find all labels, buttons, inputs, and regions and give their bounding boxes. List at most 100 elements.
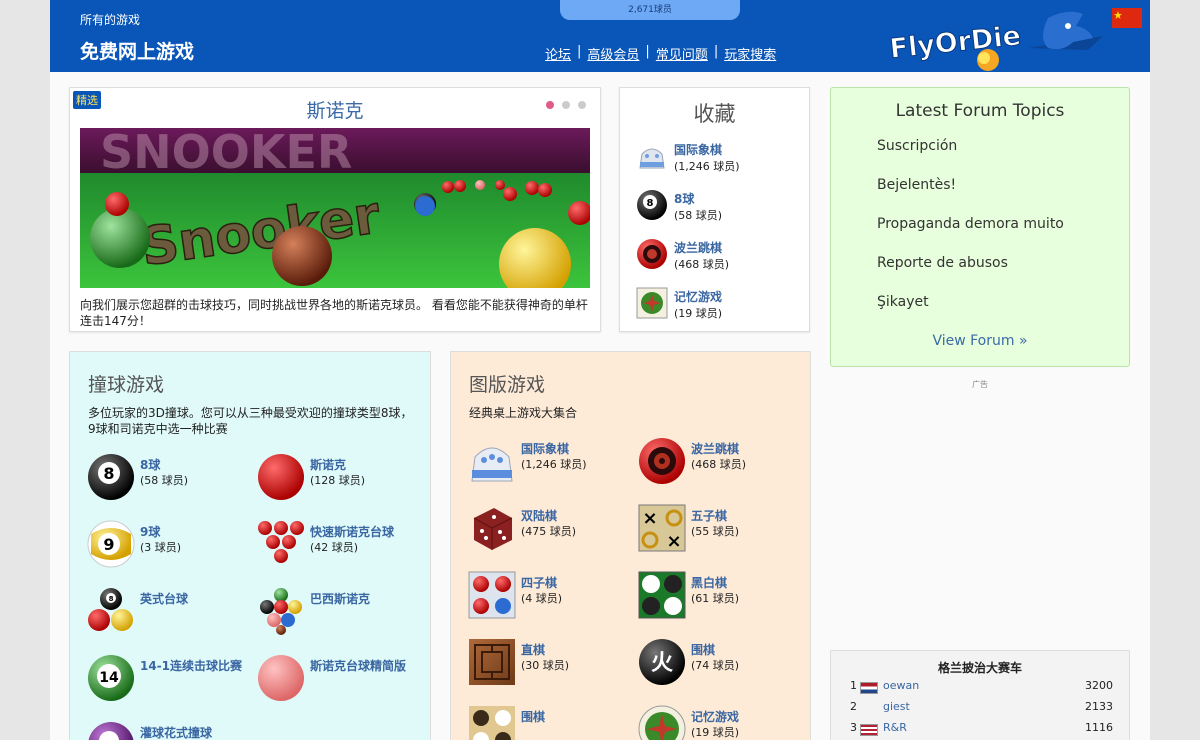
carousel-dot[interactable] (546, 101, 554, 109)
game-tile[interactable]: 灌球花式撞球 (87, 721, 257, 740)
game-count: (58 球员) (140, 474, 189, 487)
game-tile[interactable]: 9 9球 (3 球员) (87, 520, 257, 570)
site-title[interactable]: 免费网上游戏 (80, 37, 194, 64)
score: 1116 (1085, 721, 1113, 734)
checkers-icon (637, 239, 667, 269)
favorite-name[interactable]: 波兰跳棋 (674, 239, 729, 256)
game-name[interactable]: 巴西斯诺克 (310, 591, 370, 607)
category-description: 多位玩家的3D撞球。您可以从三种最受欢迎的撞球类型8球，9球和司诺克中选一种比赛 (88, 406, 413, 436)
ad-label: 广告 (972, 380, 988, 389)
game-name[interactable]: 四子棋 (521, 575, 562, 591)
game-name[interactable]: 9球 (140, 524, 181, 540)
game-tile[interactable]: 火 围棋 (74 球员) (638, 638, 808, 688)
game-count: (4 球员) (521, 592, 563, 605)
nav-player-search[interactable]: 玩家搜索 (724, 44, 776, 63)
game-name[interactable]: 围棋 (691, 642, 739, 658)
game-name[interactable]: 灌球花式撞球 (140, 725, 212, 740)
game-name[interactable]: 黑白棋 (691, 575, 739, 591)
game-tile[interactable]: 国际象棋 (1,246 球员) (468, 437, 638, 487)
game-count: (61 球员) (691, 592, 740, 605)
game-tile[interactable]: 围棋 (468, 705, 638, 740)
favorite-name[interactable]: 国际象棋 (674, 141, 740, 158)
featured-description: 向我们展示您超群的击球技巧，同时挑战世界各地的斯诺克球员。 看看您能不能获得神奇… (80, 298, 588, 328)
featured-title[interactable]: 斯诺克 (70, 96, 600, 123)
game-name[interactable]: 记忆游戏 (691, 709, 739, 725)
score: 3200 (1085, 679, 1113, 692)
connect-four-icon (468, 571, 516, 619)
svg-text:8: 8 (647, 198, 654, 209)
game-tile[interactable]: 四子棋 (4 球员) (468, 571, 638, 621)
svg-text:火: 火 (651, 651, 673, 676)
game-count: (468 球员) (691, 458, 747, 471)
snooker-ball-icon (258, 454, 304, 500)
game-tile[interactable]: 黑白棋 (61 球员) (638, 571, 808, 621)
game-name[interactable]: 斯诺克台球精简版 (310, 658, 406, 674)
nav-forum[interactable]: 论坛 (545, 44, 571, 63)
rank: 3 (850, 721, 857, 734)
forum-topic[interactable]: Şikayet (877, 294, 929, 310)
forum-topic[interactable]: Reporte de abusos (877, 255, 1008, 271)
game-count: (19 球员) (691, 726, 740, 739)
forum-topic[interactable]: Propaganda demora muito (877, 216, 1064, 232)
game-name[interactable]: 波兰跳棋 (691, 441, 746, 457)
game-name[interactable]: 五子棋 (691, 508, 739, 524)
game-name[interactable]: 国际象棋 (521, 441, 587, 457)
game-count: (42 球员) (310, 541, 359, 554)
flyordie-logo[interactable]: FlyOrDie (888, 8, 1108, 72)
netherlands-flag-icon (860, 682, 878, 694)
category-title: 撞球游戏 (88, 374, 165, 396)
game-tile[interactable]: 波兰跳棋 (468 球员) (638, 437, 808, 487)
nav-faq[interactable]: 常见问题 (656, 44, 708, 63)
game-tile[interactable]: 巴西斯诺克 (257, 587, 427, 637)
game-tile[interactable]: 14 14-1连续击球比赛 (87, 654, 257, 704)
game-tile[interactable]: 记忆游戏 (19 球员) (638, 705, 808, 740)
game-name[interactable]: 斯诺克 (310, 457, 365, 473)
game-tile[interactable]: 斯诺克台球精简版 (257, 654, 427, 704)
view-forum-link[interactable]: View Forum » (831, 333, 1129, 349)
rank: 2 (850, 700, 857, 713)
uk-pool-icon: 8 (88, 588, 133, 631)
game-tile[interactable]: 斯诺克 (128 球员) (257, 453, 427, 503)
favorite-name[interactable]: 记忆游戏 (674, 288, 722, 305)
grand-prix-leaderboard: 格兰披治大赛车 1 oewan 3200 2 giest 2133 3 R&R … (830, 650, 1130, 740)
all-games-link[interactable]: 所有的游戏 (80, 11, 140, 28)
game-name[interactable]: 英式台球 (140, 591, 188, 607)
checkers-icon (639, 438, 685, 484)
top-nav: 论坛 | 高级会员 | 常见问题 | 玩家搜索 (545, 44, 777, 63)
favorite-name[interactable]: 8球 (674, 190, 722, 207)
carousel-dot[interactable] (578, 101, 586, 109)
player-name[interactable]: R&R (883, 721, 907, 734)
forum-topic[interactable]: Suscripción (877, 138, 957, 154)
mill-icon (469, 639, 515, 685)
snooker-banner-image[interactable]: SNOOKER Snooker (80, 128, 590, 288)
game-tile[interactable]: × × 五子棋 (55 球员) (638, 504, 808, 554)
game-name[interactable]: 8球 (140, 457, 188, 473)
game-name[interactable]: 14-1连续击球比赛 (140, 658, 242, 674)
favorite-count: (1,246 球员) (674, 160, 740, 173)
nav-premium[interactable]: 高级会员 (587, 44, 639, 63)
player-name[interactable]: oewan (883, 679, 919, 692)
memory-icon (636, 287, 668, 319)
memory-icon (638, 705, 686, 740)
china-flag-icon[interactable] (1112, 8, 1142, 28)
game-name[interactable]: 快速斯诺克台球 (310, 524, 394, 540)
game-name[interactable]: 直棋 (521, 642, 569, 658)
favorites-card: 收藏 国际象棋 (1,246 球员) 8 8球 (58 球员) 波兰跳棋 (468 球… (619, 87, 810, 332)
game-tile[interactable]: 双陆棋 (475 球员) (468, 504, 638, 554)
carousel-dot[interactable] (562, 101, 570, 109)
game-name[interactable]: 双陆棋 (521, 508, 576, 524)
game-tile[interactable]: 8 英式台球 (87, 587, 257, 637)
svg-text:×: × (642, 508, 657, 529)
game-count: (30 球员) (521, 659, 570, 672)
svg-text:8: 8 (109, 595, 114, 603)
game-tile[interactable]: 直棋 (30 球员) (468, 638, 638, 688)
category-title: 图版游戏 (469, 374, 546, 396)
forum-title: Latest Forum Topics (895, 101, 1065, 121)
game-name[interactable]: 围棋 (521, 709, 545, 725)
game-tile[interactable]: 快速斯诺克台球 (42 球员) (257, 520, 427, 570)
player-name[interactable]: giest (883, 700, 910, 713)
eight-ball-icon: 8 (637, 190, 667, 220)
game-tile[interactable]: 8 8球 (58 球员) (87, 453, 257, 503)
carousel-dots (546, 101, 586, 109)
forum-topic[interactable]: Bejelentès! (877, 177, 956, 193)
